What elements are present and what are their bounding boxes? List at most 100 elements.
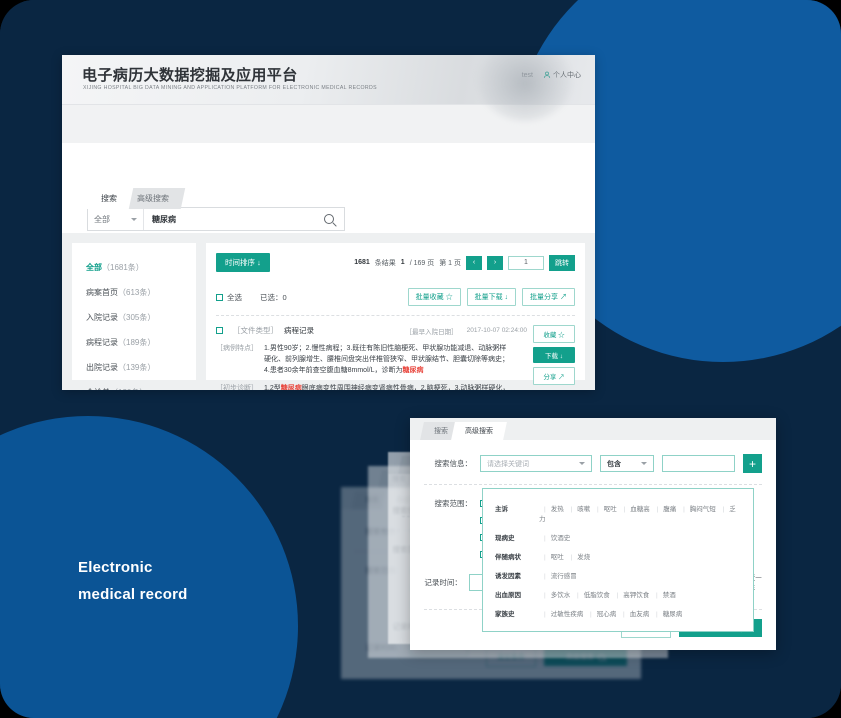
chevron-down-icon (131, 217, 137, 221)
app-window: 电子病历大数据挖掘及应用平台 XIJING HOSPITAL BIG DATA … (62, 55, 595, 390)
keyword-option[interactable]: 呕吐 (551, 554, 564, 561)
sidebar-item-count: （120条） (110, 388, 147, 390)
select-all-label: 全选 (227, 292, 242, 302)
keyword-group: 出血原因 | 多饮水 | 低脂饮食 | 高钾饮食 | 禁酒 (495, 584, 741, 603)
keyword-group-values: | 发热 | 咳嗽 | 呕吐 | 血糖高 | 腹痛 | 胸闷气短 | 乏力 (539, 505, 736, 523)
select-all-checkbox[interactable]: 全选 (216, 292, 242, 303)
result-item: ［文件类型］ 病程记录 ［最早入院日期］ 2017-10-07 02:24:00… (216, 325, 575, 390)
result-diagnosis-label: ［初步诊断］ (216, 385, 258, 390)
keyword-value-input[interactable] (662, 455, 735, 472)
keyword-group-values: | 饮酒史 (544, 534, 571, 542)
match-type-select[interactable]: 包含 (600, 455, 654, 472)
feature-highlight: 糖尿病 (402, 367, 424, 374)
keyword-option[interactable]: 胸闷气短 (690, 506, 716, 513)
batch-actions: 批量收藏 ☆ 批量下载 ↓ 批量分享 ↗ (407, 288, 575, 306)
sidebar-item-label: 会诊单 (86, 388, 110, 390)
tab-search[interactable]: 搜索 (84, 188, 134, 209)
result-actions: 收藏 ☆ 下载 ↓ 分享 ↗ (533, 325, 575, 390)
download-button[interactable]: 下载 ↓ (533, 347, 575, 363)
keyword-option[interactable]: 发烧 (577, 554, 590, 561)
keyword-group-key: 诱发因素 (495, 572, 521, 580)
keyword-option[interactable]: 过敏性疾病 (551, 611, 584, 618)
keyword-group-key: 主诉 (495, 505, 508, 513)
keyword-select-value: 请选择关键词 (487, 460, 529, 468)
search-info-row: 搜索信息： 请选择关键词 包含 + (424, 454, 762, 473)
page-number-input[interactable]: 1 (508, 255, 544, 270)
keyword-option[interactable]: 流行感冒 (551, 573, 577, 580)
user-area: test 个人中心 (522, 70, 581, 80)
keyword-group-values: | 过敏性疾病 | 冠心病 | 血友病 | 糖尿病 (544, 610, 683, 618)
keyword-group-key: 伴随病状 (495, 553, 521, 561)
keyword-group-values: | 呕吐 | 发烧 (544, 553, 591, 561)
keyword-group-values: | 流行感冒 (544, 572, 577, 580)
tab-search-label: 搜索 (101, 194, 117, 203)
feature-line-b: 硬化、前列腺增生、腰椎间盘突出伴椎管狭窄、甲状腺结节、胆囊切除等病史； (264, 356, 509, 363)
keyword-option[interactable]: 冠心病 (597, 611, 617, 618)
result-feature-text: 1.男性90岁；2.慢性病程；3.既往有陈旧性脑梗死、甲状腺功能减退、动脉粥样 … (264, 343, 509, 376)
prev-page-button[interactable]: ‹ (466, 255, 482, 270)
favorite-button[interactable]: 收藏 ☆ (533, 325, 575, 343)
keyword-option[interactable]: 多饮水 (551, 592, 571, 599)
keyword-option[interactable]: 禁酒 (663, 592, 676, 599)
poster-caption: Electronic medical record (78, 554, 188, 608)
keyword-option[interactable]: 发热 (551, 506, 564, 513)
poster-canvas: Electronic medical record 电子病历大数据挖掘及应用平台… (0, 0, 841, 718)
keyword-option[interactable]: 咳嗽 (577, 506, 590, 513)
sidebar-item-course[interactable]: 病程记录（189条） (72, 330, 196, 355)
batch-favorite-button[interactable]: 批量收藏 ☆ (407, 288, 461, 306)
keyword-option[interactable]: 饮酒史 (551, 535, 571, 542)
diagnosis-highlight: 糖尿病 (280, 385, 302, 390)
sidebar-item-all[interactable]: 全部（1681条） (72, 255, 196, 280)
search-info-label: 搜索信息： (434, 459, 473, 468)
diagnosis-line-a3: 眼底病变性周围神经病变肾病性骨病，2.脑梗死，3.动脉粥样硬化， (301, 385, 510, 390)
sidebar-item-label: 全部 (86, 263, 102, 272)
keyword-option[interactable]: 腹痛 (663, 506, 676, 513)
feature-line-a: 1.男性90岁；2.慢性病程；3.既往有陈旧性脑梗死、甲状腺功能减退、动脉粥样 (264, 345, 507, 352)
keyword-option[interactable]: 血友病 (630, 611, 650, 618)
sidebar-item-label: 出院记录 (86, 363, 118, 372)
chevron-down-icon (641, 462, 647, 465)
category-sidebar: 全部（1681条） 病案首页（613条） 入院记录（305条） 病程记录（189… (72, 243, 196, 390)
jump-page-button[interactable]: 跳转 (549, 254, 575, 271)
result-date-value: 2017-10-07 02:24:00 (466, 327, 527, 334)
keyword-select[interactable]: 请选择关键词 (480, 455, 592, 472)
sidebar-item-count: （305条） (118, 313, 156, 322)
keyword-option[interactable]: 血糖高 (630, 506, 650, 513)
keyword-group-key: 现病史 (495, 534, 515, 542)
add-condition-button[interactable]: + (743, 454, 762, 473)
dialog-body: 搜索信息： 请选择关键词 包含 + 主诉 | 发热 | 咳嗽 | 呕吐 | 血糖… (410, 440, 776, 650)
result-diagnosis-row: ［初步诊断］ 1.2型糖尿病眼底病变性周围神经病变肾病性骨病，2.脑梗死，3.动… (216, 383, 527, 390)
share-button[interactable]: 分享 ↗ (533, 367, 575, 385)
keyword-option[interactable]: 高钾饮食 (623, 592, 649, 599)
keyword-group: 现病史 | 饮酒史 (495, 527, 741, 546)
sidebar-item-discharge-record[interactable]: 出院记录（139条） (72, 355, 196, 380)
checkbox-icon (216, 293, 223, 301)
advanced-search-dialog: 搜索 高级搜索 搜索信息： 请选择关键词 包含 + 主诉 | 发热 | 咳嗽 |… (410, 418, 776, 650)
result-feature-row: ［病例特点］ 1.男性90岁；2.慢性病程；3.既往有陈旧性脑梗死、甲状腺功能减… (216, 343, 527, 376)
pagination: 1681 条结果 1 / 169 页 第 1 页 ‹ › 1 跳转 (354, 254, 575, 271)
keyword-option[interactable]: 低脂饮食 (584, 592, 610, 599)
search-submit-button[interactable] (314, 214, 344, 224)
sidebar-item-case-home[interactable]: 病案首页（613条） (72, 280, 196, 305)
dialog-tab-advanced[interactable]: 高级搜索 (451, 422, 507, 440)
next-page-button[interactable]: › (487, 255, 503, 270)
sidebar-item-admission[interactable]: 入院记录（305条） (72, 305, 196, 330)
sort-by-time-button[interactable]: 时间排序 ↓ (216, 253, 270, 272)
batch-download-button[interactable]: 批量下载 ↓ (466, 288, 517, 306)
keyword-option[interactable]: 糖尿病 (663, 611, 683, 618)
result-diagnosis-text: 1.2型糖尿病眼底病变性周围神经病变肾病性骨病，2.脑梗死，3.动脉粥样硬化， … (264, 383, 509, 390)
keyword-option[interactable]: 呕吐 (604, 506, 617, 513)
sidebar-item-label: 病案首页 (86, 288, 118, 297)
result-header: ［文件类型］ 病程记录 ［最早入院日期］ 2017-10-07 02:24:00 (216, 325, 527, 336)
dialog-tabs: 搜索 高级搜索 (410, 418, 776, 440)
result-checkbox[interactable] (216, 326, 227, 335)
search-scope-select[interactable]: 全部 (88, 208, 144, 230)
search-input[interactable]: 糖尿病 (144, 214, 314, 225)
batch-share-button[interactable]: 批量分享 ↗ (522, 288, 575, 306)
dialog-divider-1 (424, 484, 762, 485)
result-feature-label: ［病例特点］ (216, 345, 258, 352)
sidebar-item-consultation[interactable]: 会诊单（120条） (72, 380, 196, 390)
user-center-link[interactable]: 个人中心 (543, 70, 581, 80)
keyword-dropdown-popup: 主诉 | 发热 | 咳嗽 | 呕吐 | 血糖高 | 腹痛 | 胸闷气短 | 乏力 现病史 | 饮… (482, 488, 754, 632)
keyword-group-values: | 多饮水 | 低脂饮食 | 高钾饮食 | 禁酒 (544, 591, 676, 599)
